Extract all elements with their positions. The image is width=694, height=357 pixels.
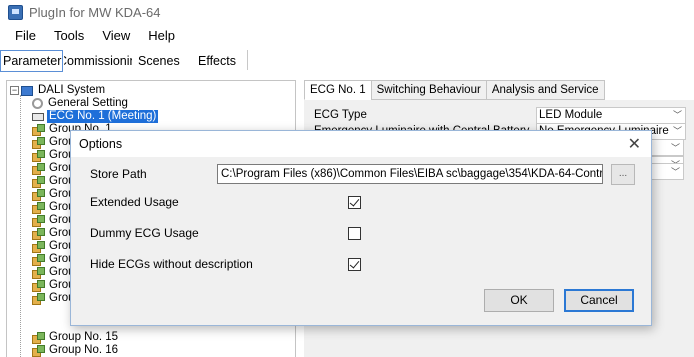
tab-scenes[interactable]: Scenes: [133, 50, 193, 72]
tree-item-general-setting[interactable]: General Setting: [32, 97, 130, 110]
title-bar: PlugIn for MW KDA-64: [0, 0, 694, 24]
store-path-input[interactable]: C:\Program Files (x86)\Common Files\EIBA…: [217, 164, 603, 184]
hide-ecgs-label: Hide ECGs without description: [90, 257, 253, 271]
group-icon: [32, 345, 45, 357]
tree-item-group-15[interactable]: Group No. 15: [32, 331, 120, 344]
tree-label: Group No. 16: [49, 344, 119, 356]
tree-label: DALI System: [38, 84, 106, 96]
ecg-icon: [32, 112, 44, 121]
ecg-tab-bar: ECG No. 1 Switching Behaviour Analysis a…: [304, 80, 694, 100]
group-icon: [32, 241, 45, 253]
app-icon: [8, 4, 23, 20]
dummy-ecg-label: Dummy ECG Usage: [90, 226, 199, 240]
prop-ecg-type-label: ECG Type: [314, 109, 367, 121]
tab-commissioning[interactable]: Commissioning: [63, 50, 133, 72]
chevron-down-icon: ﹀: [672, 110, 682, 120]
group-icon: [32, 293, 45, 305]
tab-analysis-service[interactable]: Analysis and Service: [485, 80, 605, 100]
group-icon: [32, 332, 45, 344]
ecg-type-select[interactable]: LED Module ﹀: [536, 107, 686, 124]
group-icon: [32, 176, 45, 188]
group-icon: [32, 280, 45, 292]
ok-button[interactable]: OK: [484, 289, 554, 312]
gear-icon: [32, 98, 43, 109]
tree-label: ECG No. 1 (Meeting): [47, 110, 159, 123]
close-icon[interactable]: ✕: [628, 134, 641, 154]
tree-item-dali-system[interactable]: − DALI System: [10, 84, 107, 97]
menu-view[interactable]: View: [93, 28, 139, 43]
tab-switching-behaviour[interactable]: Switching Behaviour: [370, 80, 487, 100]
group-icon: [32, 215, 45, 227]
group-icon: [32, 124, 45, 136]
chevron-down-icon: ﹀: [672, 126, 682, 136]
tab-separator: [247, 50, 248, 70]
hide-ecgs-checkbox[interactable]: [348, 258, 361, 271]
tree-item-ecg-1[interactable]: ECG No. 1 (Meeting): [32, 110, 159, 123]
main-tab-bar: Parameter Commissioning Scenes Effects: [0, 48, 694, 72]
extended-usage-label: Extended Usage: [90, 195, 179, 209]
dummy-ecg-checkbox[interactable]: [348, 227, 361, 240]
extended-usage-checkbox[interactable]: [348, 196, 361, 209]
window-title: PlugIn for MW KDA-64: [29, 4, 161, 20]
ecg-type-value: LED Module: [539, 109, 603, 121]
group-icon: [32, 150, 45, 162]
collapse-icon[interactable]: −: [10, 86, 19, 95]
menu-file[interactable]: File: [6, 28, 45, 43]
group-icon: [32, 202, 45, 214]
tab-parameter[interactable]: Parameter: [0, 50, 63, 72]
chevron-down-icon: ﹀: [670, 167, 680, 177]
tree-item-group-16[interactable]: Group No. 16: [32, 344, 120, 357]
browse-button[interactable]: ...: [611, 164, 635, 185]
group-icon: [32, 267, 45, 279]
store-path-label: Store Path: [90, 167, 147, 181]
tree-guide-line: [20, 95, 21, 357]
group-icon: [32, 163, 45, 175]
group-icon: [32, 189, 45, 201]
chevron-down-icon: ﹀: [670, 143, 680, 153]
dialog-title: Options: [79, 137, 123, 151]
tree-label: Group No. 15: [49, 331, 119, 343]
group-icon: [32, 254, 45, 266]
options-dialog: Options ✕ Store Path C:\Program Files (x…: [70, 130, 652, 326]
dialog-title-bar: Options ✕: [71, 131, 651, 157]
tree-label: General Setting: [48, 97, 128, 109]
tab-ecg-no-1[interactable]: ECG No. 1: [304, 80, 372, 100]
cancel-button[interactable]: Cancel: [564, 289, 634, 312]
group-icon: [32, 137, 45, 149]
tab-effects[interactable]: Effects: [193, 50, 253, 72]
menu-bar: File Tools View Help: [0, 24, 694, 46]
menu-tools[interactable]: Tools: [45, 28, 93, 43]
menu-help[interactable]: Help: [139, 28, 184, 43]
group-icon: [32, 228, 45, 240]
dali-system-icon: [21, 85, 33, 96]
